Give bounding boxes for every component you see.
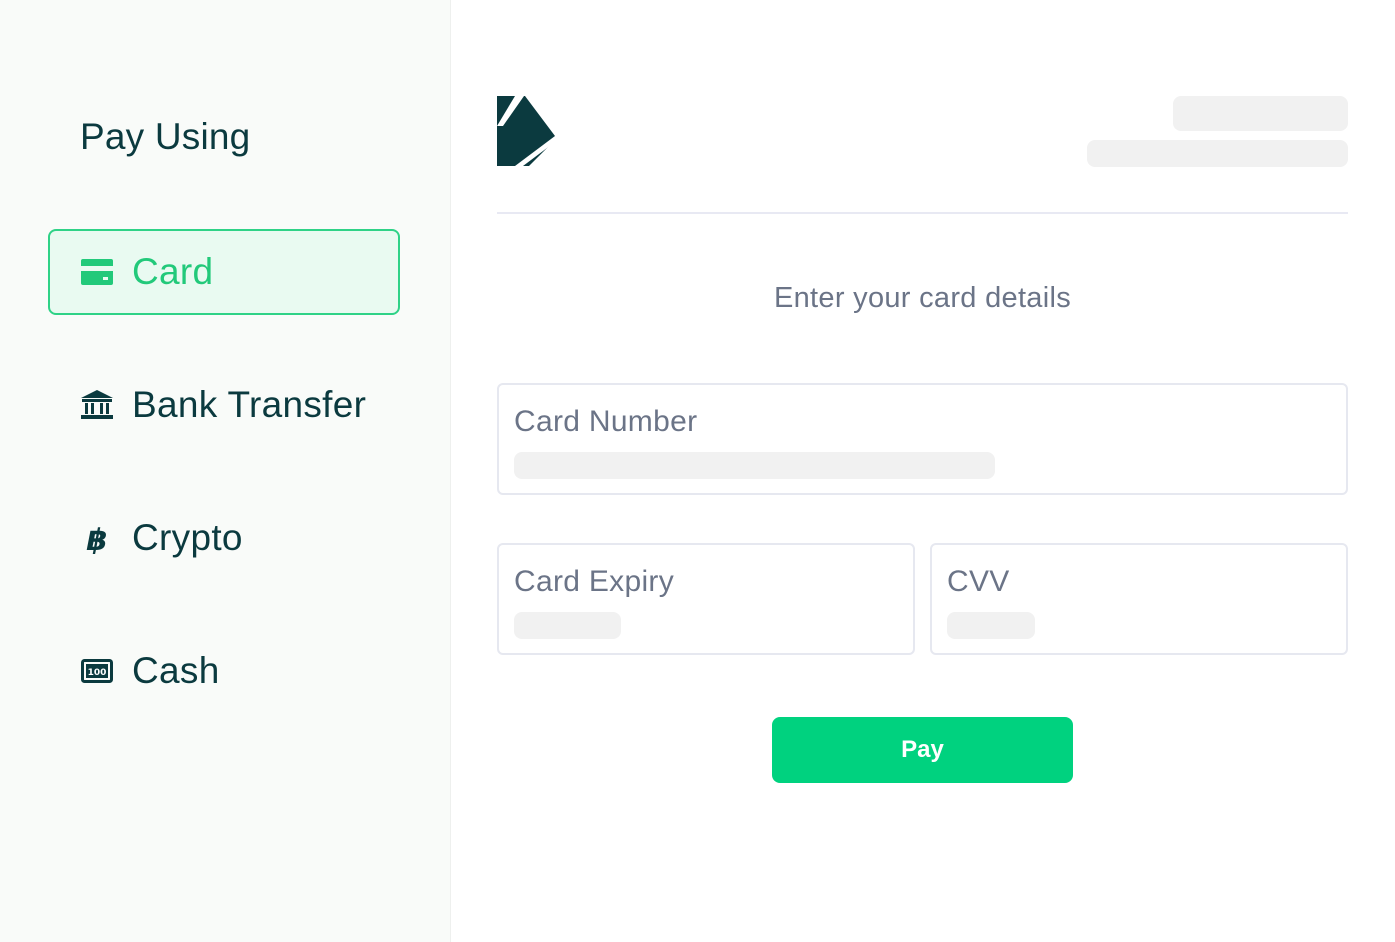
form-heading: Enter your card details bbox=[773, 282, 1072, 314]
bank-icon bbox=[80, 388, 114, 422]
card-number-input[interactable] bbox=[514, 452, 995, 479]
method-crypto-label: Crypto bbox=[132, 517, 243, 558]
cvv-label: CVV bbox=[947, 565, 1010, 598]
card-payment-panel: Enter your card details Card Number Card… bbox=[452, 0, 1395, 942]
bitcoin-icon: ฿ bbox=[80, 521, 114, 555]
card-expiry-field[interactable]: Card Expiry bbox=[497, 543, 915, 655]
card-number-field[interactable]: Card Number bbox=[497, 383, 1348, 495]
pay-button[interactable]: Pay bbox=[772, 717, 1073, 783]
card-number-label: Card Number bbox=[514, 405, 698, 438]
method-card[interactable]: Card bbox=[48, 229, 400, 315]
method-card-label: Card bbox=[132, 251, 214, 292]
credit-card-icon bbox=[80, 255, 114, 289]
cvv-input[interactable] bbox=[947, 612, 1035, 639]
cvv-field[interactable]: CVV bbox=[930, 543, 1348, 655]
method-cash-label: Cash bbox=[132, 650, 220, 691]
brand-logo-icon bbox=[497, 96, 557, 166]
header-divider bbox=[497, 212, 1348, 214]
method-crypto[interactable]: ฿ Crypto bbox=[48, 495, 400, 581]
cash-note-icon: 100 bbox=[80, 654, 114, 688]
sidebar-title: Pay Using bbox=[80, 116, 251, 157]
card-expiry-label: Card Expiry bbox=[514, 565, 675, 598]
method-bank-transfer[interactable]: Bank Transfer bbox=[48, 362, 400, 448]
payment-method-sidebar: Pay Using Card Bank Transfer ฿ Crypto 10… bbox=[0, 0, 451, 942]
header-placeholder-bottom bbox=[1087, 140, 1348, 167]
method-cash[interactable]: 100 Cash bbox=[48, 628, 400, 714]
method-bank-transfer-label: Bank Transfer bbox=[132, 384, 367, 425]
header-placeholder-top bbox=[1173, 96, 1348, 131]
svg-text:฿: ฿ bbox=[87, 523, 108, 554]
svg-text:100: 100 bbox=[88, 668, 107, 678]
card-expiry-input[interactable] bbox=[514, 612, 621, 639]
